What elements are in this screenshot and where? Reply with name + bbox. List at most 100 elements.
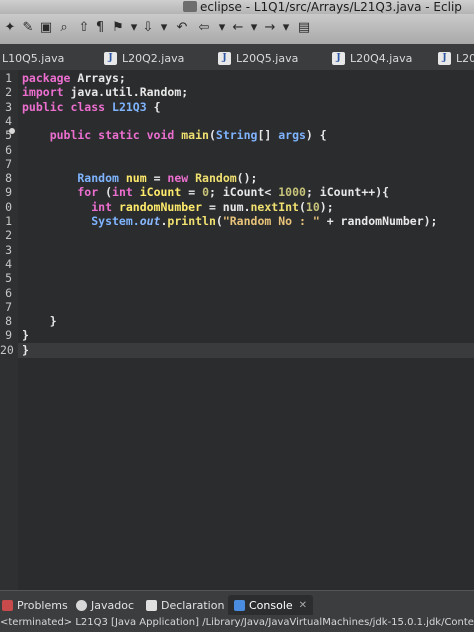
tab-declaration[interactable]: Declaration [146,595,224,615]
declaration-icon [146,599,157,611]
code-token: ; iCount++){ [305,185,390,200]
tab-console[interactable]: Console ✕ [228,595,314,615]
code-text: public static void main(String[] args) { [22,128,327,142]
code-token: ) { [305,128,327,143]
code-token: + randomNumber); [319,214,438,228]
back-arrow-icon[interactable]: ⇦ [196,20,212,36]
forward-icon[interactable]: → [262,20,278,36]
code-token: = [181,185,203,200]
tab-label: L20Q2.java [122,51,185,65]
tab-label: Declaration [161,598,225,612]
line-number: 7 [5,299,12,314]
tab-label: Problems [17,598,68,612]
code-token: } [22,314,57,329]
java-file-icon: J [218,51,231,65]
chevron-down-icon[interactable]: ▾ [246,20,262,36]
pin-editor-icon[interactable]: ▤ [296,20,312,36]
tab-label: L20 [456,51,474,65]
line-number: 9 [5,328,12,343]
editor-tab[interactable]: J L20Q2.java [104,47,184,69]
annotation-icon[interactable]: ⚑ [110,20,126,36]
code-token: println [167,214,216,228]
code-token: 0 [202,185,209,200]
code-text: int randomNumber = num.nextInt(10); [22,199,334,214]
tab-label: L20Q4.java [350,51,413,65]
code-token: num [125,171,147,186]
code-token: public class [22,99,113,114]
method-marker-icon[interactable] [9,128,15,134]
editor-tabbar: L10Q5.java J L20Q2.java J L20Q5.java J L… [0,44,474,71]
bottom-panel: Problems Javadoc Declaration Console ✕ <… [0,590,474,632]
code-token: } [22,328,29,343]
line-number: 9 [5,185,12,200]
code-text: for (int iCount = 0; iCount< 1000; iCoun… [22,185,389,199]
tab-javadoc[interactable]: Javadoc [76,595,134,615]
line-number: 6 [5,142,12,157]
chevron-down-icon[interactable]: ▾ [156,20,172,36]
chevron-down-icon[interactable]: ▾ [214,20,230,36]
code-token: Arrays; [77,71,126,85]
paragraph-icon[interactable]: ¶ [92,20,108,36]
code-token: main [181,128,209,143]
close-icon[interactable]: ✕ [299,600,307,611]
java-file-icon: J [104,51,117,65]
line-number: 3 [5,99,12,114]
line-number: 20 [0,342,14,357]
tab-label: Console [249,598,293,612]
code-text: import java.util.Random; [22,85,188,99]
editor-tab[interactable]: L10Q5.java [2,47,64,69]
javadoc-icon [76,599,87,611]
code-token: iCount [139,185,182,200]
code-token: java.util.Random; [70,85,189,100]
line-number: 1 [5,214,12,228]
code-token: 1000 [278,185,306,200]
editor-tab[interactable]: J L20Q5.java [218,47,298,69]
code-token: ( [208,128,216,143]
tab-label: L20Q5.java [236,51,299,65]
code-token: package [22,71,78,85]
line-number: 2 [5,228,12,243]
toggle-mark-icon[interactable]: ⇧ [76,20,92,36]
code-token: ( [215,214,223,228]
java-file-icon: J [332,51,345,65]
main-toolbar: ✦ ✎ ▣ ⌕ ⇧ ¶ ⚑ ▾ ⇩ ▾ ↶ ⇦ ▾ ← ▾ → ▾ ▤ [0,14,474,44]
code-token: args [278,128,306,143]
window-titlebar: eclipse - L1Q1/src/Arrays/L21Q3.java - E… [0,0,474,14]
code-text: } [22,343,29,357]
code-text: } [22,314,57,328]
line-number: 3 [5,242,12,257]
java-file-icon: J [438,51,451,65]
debug-icon[interactable]: ✦ [2,20,18,36]
editor-tab[interactable]: J L20 [438,47,474,69]
last-edit-icon[interactable]: ↶ [174,20,190,36]
code-token: new [167,171,196,186]
code-text: System.out.println("Random No : " + rand… [22,214,437,228]
code-token: import [22,85,71,100]
line-number: 7 [5,156,12,171]
next-annotation-icon[interactable]: ⇩ [140,20,156,36]
line-number: 6 [5,285,12,300]
code-token: System. [22,214,140,228]
current-line-highlight [18,343,474,358]
code-text: Random num = new Random(); [22,171,257,185]
search-icon[interactable]: ⌕ [56,20,72,36]
code-token: ); [319,199,334,214]
code-token: = [146,171,168,186]
tab-problems[interactable]: Problems [2,595,68,615]
edit-icon[interactable]: ✎ [20,20,36,36]
code-token: randomNumber [118,199,203,214]
editor-tab[interactable]: J L20Q4.java [332,47,412,69]
code-editor[interactable]: 1 package Arrays; 2 import java.util.Random… [0,70,474,590]
open-type-icon[interactable]: ▣ [38,20,54,36]
code-token: L21Q3 [112,99,154,114]
code-token: ( [105,185,113,200]
chevron-down-icon[interactable]: ▾ [278,20,294,36]
line-number: 5 [5,271,12,286]
line-number: 4 [5,113,12,128]
back-icon[interactable]: ← [230,20,246,36]
code-token: (); [236,171,258,186]
code-token: [] [257,128,279,143]
code-token: "Random No : " [222,214,320,228]
window-app-icon [183,1,197,12]
code-token: Random [22,171,126,186]
